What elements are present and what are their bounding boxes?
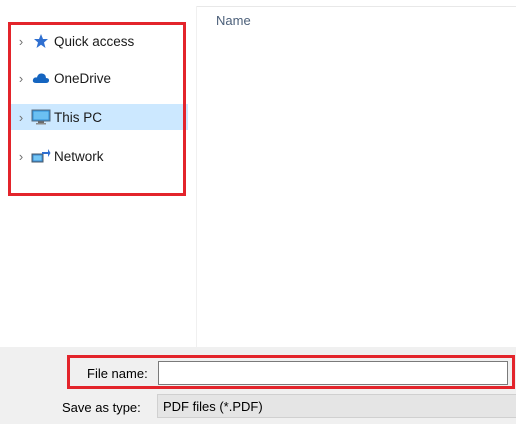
nav-item-this-pc[interactable]: › This PC	[8, 104, 188, 130]
pane-divider[interactable]	[196, 6, 197, 347]
network-icon	[30, 147, 52, 165]
computer-icon	[30, 108, 52, 126]
save-as-type-select[interactable]: PDF files (*.PDF)	[157, 394, 516, 418]
nav-item-label: Network	[54, 148, 104, 164]
star-icon	[30, 32, 52, 50]
nav-item-quick-access[interactable]: › Quick access	[8, 28, 188, 54]
expand-chevron-icon[interactable]: ›	[12, 149, 30, 164]
navigation-pane[interactable]	[0, 6, 196, 347]
save-dialog: › Quick access › OneDrive › This PC › Ne…	[0, 0, 516, 424]
file-name-input[interactable]	[158, 361, 508, 385]
expand-chevron-icon[interactable]: ›	[12, 34, 30, 49]
nav-item-network[interactable]: › Network	[8, 143, 188, 169]
nav-item-onedrive[interactable]: › OneDrive	[8, 65, 188, 91]
name-column-header[interactable]: Name	[216, 13, 251, 28]
nav-item-label: This PC	[54, 109, 103, 125]
file-name-label: File name:	[87, 366, 148, 381]
nav-item-label: Quick access	[54, 33, 135, 49]
save-as-type-value: PDF files (*.PDF)	[163, 398, 263, 414]
save-as-type-label: Save as type:	[62, 400, 141, 415]
expand-chevron-icon[interactable]: ›	[12, 71, 30, 86]
expand-chevron-icon[interactable]: ›	[12, 110, 30, 125]
cloud-icon	[30, 69, 52, 87]
nav-item-label: OneDrive	[54, 70, 112, 86]
